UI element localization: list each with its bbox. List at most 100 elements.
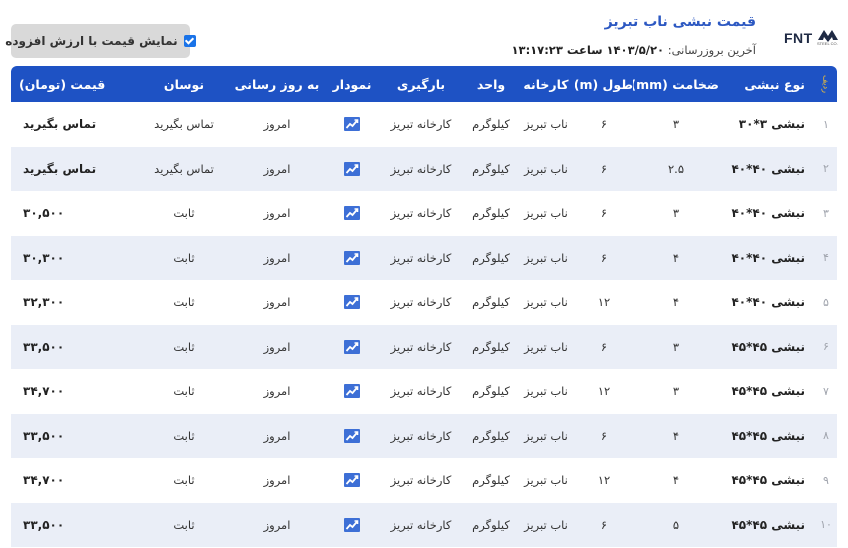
col-fluctuation[interactable]: نوسان: [141, 66, 227, 102]
cell-radif: ۳: [823, 206, 829, 220]
cell-radif: ۱: [823, 117, 829, 131]
cell-loading: کارخانه تبریز: [390, 117, 452, 132]
cell-price: تماس بگیرید: [23, 117, 97, 132]
chart-line-icon[interactable]: [343, 428, 361, 444]
cell-price: ۳۴,۷۰۰: [23, 473, 65, 488]
table-row: ۹ نبشی ۴۵*۴۵ ۴ ۱۲ ناب تبریز کیلوگرم کارخ…: [11, 458, 837, 503]
col-update[interactable]: به روز رسانی: [227, 66, 327, 102]
cell-chart: [327, 280, 377, 325]
cell-fluctuation: ثابت: [173, 384, 195, 399]
chart-line-icon[interactable]: [343, 383, 361, 399]
cell-update: امروز: [263, 250, 291, 265]
table-body: ۱ نبشی ۳*۳۰ ۳ ۶ ناب تبریز کیلوگرم کارخان…: [11, 102, 837, 547]
cell-loading: کارخانه تبریز: [390, 250, 452, 265]
cell-loading: کارخانه تبریز: [390, 206, 452, 221]
col-length[interactable]: طول (m): [575, 66, 633, 102]
cell-radif: ۷: [823, 384, 829, 398]
cell-factory: ناب تبریز: [524, 295, 568, 310]
cell-chart: [327, 414, 377, 459]
cell-fluctuation: ثابت: [173, 250, 195, 265]
cell-length: ۱۲: [597, 384, 611, 399]
col-radif[interactable]: ردیف: [815, 66, 837, 102]
chart-line-icon[interactable]: [343, 116, 361, 132]
table-row: ۵ نبشی ۴۰*۴۰ ۴ ۱۲ ناب تبریز کیلوگرم کارخ…: [11, 280, 837, 325]
col-price[interactable]: قیمت (تومان): [11, 66, 141, 102]
cell-loading: کارخانه تبریز: [390, 295, 452, 310]
cell-thickness: ۲.۵: [667, 161, 684, 176]
vat-price-toggle[interactable]: نمایش قیمت با ارزش افزوده: [5, 24, 196, 58]
cell-type: نبشی ۴۵*۴۵: [731, 384, 805, 399]
cell-type: نبشی ۴۵*۴۵: [731, 517, 805, 532]
cell-length: ۶: [600, 428, 608, 443]
col-chart[interactable]: نمودار: [327, 66, 377, 102]
cell-chart: [327, 458, 377, 503]
cell-price: تماس بگیرید: [23, 161, 97, 176]
cell-thickness: ۴: [672, 428, 680, 443]
chart-line-icon[interactable]: [343, 250, 361, 266]
checkbox-checked-icon[interactable]: [183, 35, 196, 47]
table-row: ۴ نبشی ۴۰*۴۰ ۴ ۶ ناب تبریز کیلوگرم کارخا…: [11, 235, 837, 280]
cell-chart: [327, 102, 377, 147]
table-row: ۷ نبشی ۴۵*۴۵ ۳ ۱۲ ناب تبریز کیلوگرم کارخ…: [11, 369, 837, 414]
col-loading[interactable]: بارگیری: [377, 66, 465, 102]
col-thickness[interactable]: ضخامت (mm): [633, 66, 719, 102]
cell-factory: ناب تبریز: [524, 473, 568, 488]
col-type[interactable]: نوع نبشی: [719, 66, 815, 102]
cell-update: امروز: [263, 161, 291, 176]
cell-length: ۱۲: [597, 473, 611, 488]
last-update-value: ۱۴۰۳/۵/۲۰ ساعت ۱۳:۱۷:۲۳: [511, 43, 665, 57]
cell-loading: کارخانه تبریز: [390, 517, 452, 532]
cell-type: نبشی ۴۵*۴۵: [731, 428, 805, 443]
cell-factory: ناب تبریز: [524, 250, 568, 265]
cell-length: ۱۲: [597, 295, 611, 310]
chart-line-icon[interactable]: [343, 339, 361, 355]
vat-toggle-label: نمایش قیمت با ارزش افزوده: [5, 34, 178, 48]
cell-update: امروز: [263, 117, 291, 132]
cell-thickness: ۴: [672, 473, 680, 488]
cell-price: ۳۲,۳۰۰: [23, 295, 65, 310]
cell-unit: کیلوگرم: [472, 517, 510, 532]
cell-fluctuation: تماس بگیرید: [154, 161, 214, 176]
cell-radif: ۵: [823, 295, 829, 309]
cell-thickness: ۳: [672, 384, 680, 399]
cell-fluctuation: تماس بگیرید: [154, 117, 214, 132]
logo-subtitle: STEEL CO.: [817, 41, 838, 46]
cell-price: ۳۰,۵۰۰: [23, 206, 65, 221]
cell-loading: کارخانه تبریز: [390, 161, 452, 176]
cell-chart: [327, 503, 377, 548]
table-row: ۶ نبشی ۴۵*۴۵ ۳ ۶ ناب تبریز کیلوگرم کارخا…: [11, 324, 837, 369]
col-unit[interactable]: واحد: [465, 66, 517, 102]
cell-type: نبشی ۴۰*۴۰: [731, 295, 805, 310]
cell-thickness: ۳: [672, 117, 680, 132]
cell-type: نبشی ۴۵*۴۵: [731, 473, 805, 488]
cell-update: امروز: [263, 517, 291, 532]
chart-line-icon[interactable]: [343, 517, 361, 533]
chart-line-icon[interactable]: [343, 294, 361, 310]
cell-radif: ۸: [823, 429, 829, 443]
cell-unit: کیلوگرم: [472, 117, 510, 132]
cell-fluctuation: ثابت: [173, 428, 195, 443]
chart-line-icon[interactable]: [343, 205, 361, 221]
cell-length: ۶: [600, 206, 608, 221]
cell-price: ۳۳,۵۰۰: [23, 339, 65, 354]
cell-radif: ۴: [823, 251, 829, 265]
price-table: ردیف نوع نبشی ضخامت (mm) طول (m) کارخانه…: [11, 66, 837, 547]
chart-line-icon[interactable]: [343, 161, 361, 177]
chart-line-icon[interactable]: [343, 472, 361, 488]
price-table-container: ردیف نوع نبشی ضخامت (mm) طول (m) کارخانه…: [11, 66, 837, 548]
cell-length: ۶: [600, 117, 608, 132]
table-header: ردیف نوع نبشی ضخامت (mm) طول (m) کارخانه…: [11, 66, 837, 102]
table-row: ۱۰ نبشی ۴۵*۴۵ ۵ ۶ ناب تبریز کیلوگرم کارخ…: [11, 502, 837, 548]
cell-update: امروز: [263, 428, 291, 443]
cell-factory: ناب تبریز: [524, 428, 568, 443]
fnt-logo-icon[interactable]: FNT STEEL CO.: [784, 28, 840, 48]
cell-factory: ناب تبریز: [524, 339, 568, 354]
cell-factory: ناب تبریز: [524, 384, 568, 399]
cell-type: نبشی ۴۰*۴۰: [731, 206, 805, 221]
cell-update: امروز: [263, 295, 291, 310]
cell-update: امروز: [263, 339, 291, 354]
cell-chart: [327, 147, 377, 192]
col-factory[interactable]: کارخانه: [517, 66, 575, 102]
cell-factory: ناب تبریز: [524, 117, 568, 132]
last-update-label: آخرین بروزرسانی:: [667, 43, 756, 57]
